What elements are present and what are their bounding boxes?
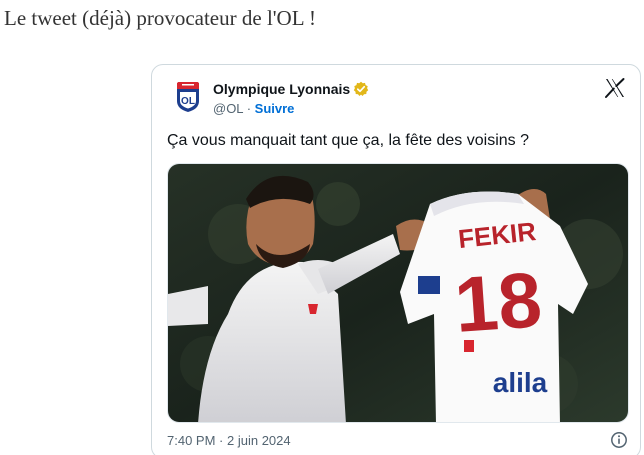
tweet-text: Ça vous manquait tant que ça, la fête de… xyxy=(167,132,529,149)
shirt-sponsor-text: alila xyxy=(493,367,548,398)
embedded-tweet[interactable]: OL Olympique Lyonnais @OL · Suivre Ça vo… xyxy=(151,64,641,455)
tweet-date: 2 juin 2024 xyxy=(227,433,291,448)
follow-link[interactable]: Suivre xyxy=(255,101,295,116)
verified-badge-icon xyxy=(353,81,369,97)
svg-text:OL: OL xyxy=(181,96,195,107)
tweet-photo[interactable]: FEKIR 18 alila xyxy=(167,163,629,423)
article-headline: Le tweet (déjà) provocateur de l'OL ! xyxy=(4,6,317,30)
x-logo-icon[interactable] xyxy=(604,77,626,99)
shirt-number-text: 18 xyxy=(452,255,545,349)
ol-crest-icon[interactable]: OL xyxy=(171,79,205,113)
author-handle[interactable]: @OL xyxy=(213,101,243,116)
author-display-name[interactable]: Olympique Lyonnais xyxy=(213,81,350,97)
timestamp-separator: · xyxy=(219,433,224,448)
tweet-timestamp[interactable]: 7:40 PM · 2 juin 2024 xyxy=(167,433,291,448)
info-icon[interactable] xyxy=(610,431,628,449)
handle-separator: · xyxy=(246,101,252,116)
author-handle-row: @OL · Suivre xyxy=(213,101,369,116)
tweet-time: 7:40 PM xyxy=(167,433,216,448)
player-holding-jersey-photo: FEKIR 18 alila xyxy=(168,164,628,422)
tweet-author: Olympique Lyonnais @OL · Suivre xyxy=(213,80,369,116)
